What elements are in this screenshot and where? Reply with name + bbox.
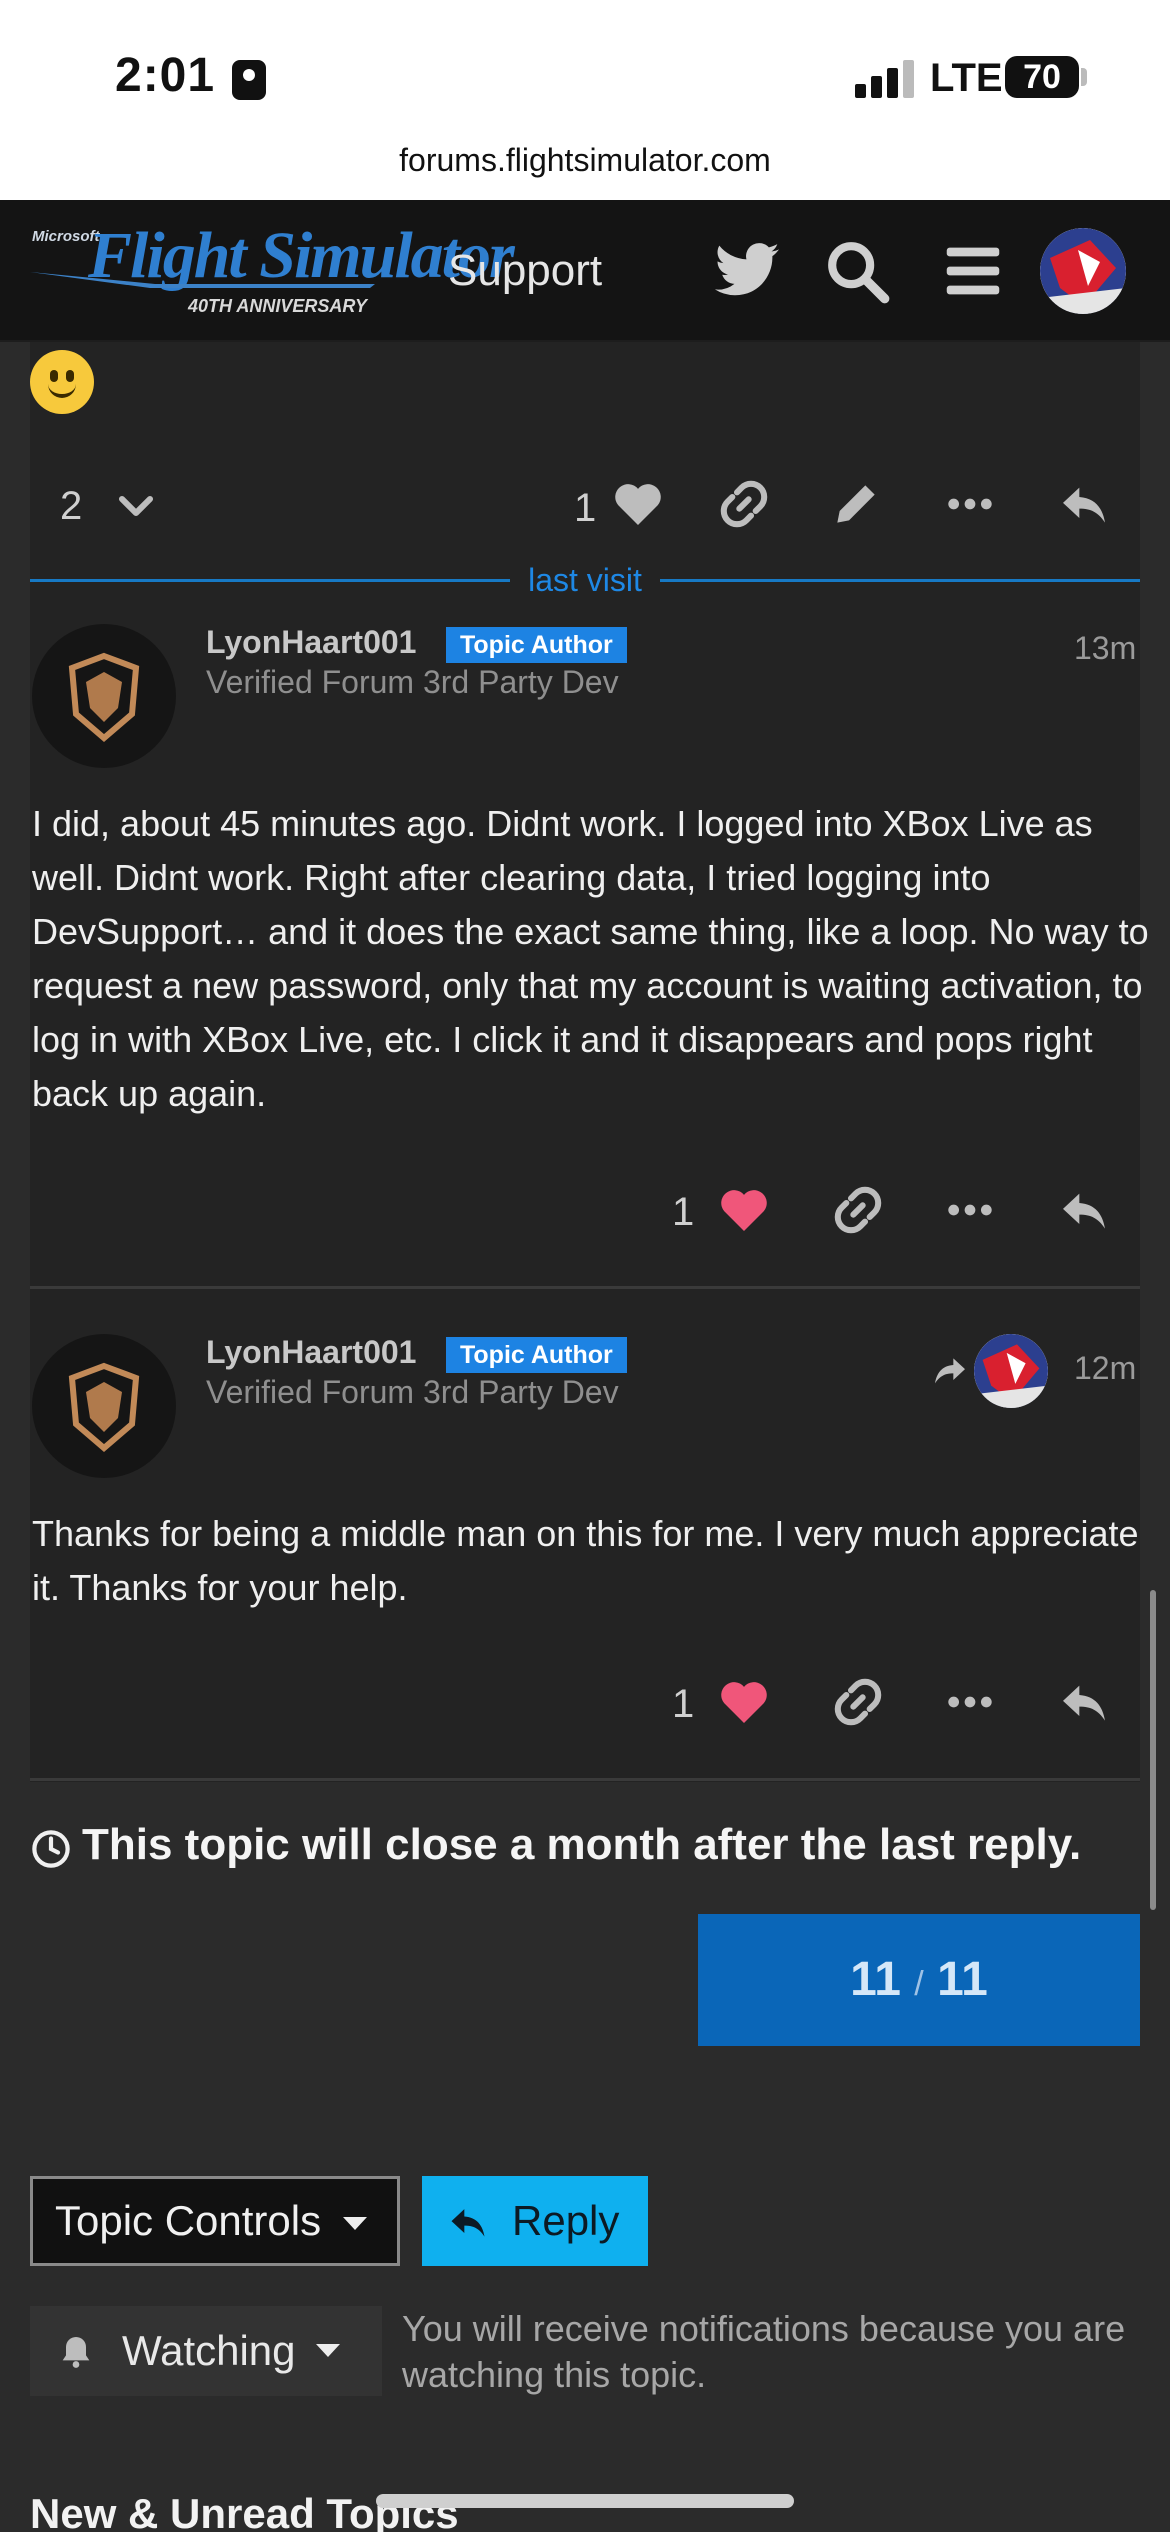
like-count: 1 bbox=[672, 1190, 695, 1234]
twitter-icon[interactable] bbox=[712, 236, 782, 306]
hamburger-menu-icon[interactable] bbox=[938, 236, 1008, 306]
post-body: I did, about 45 minutes ago. Didnt work.… bbox=[32, 803, 1149, 1114]
status-time: 2:01 bbox=[115, 49, 216, 102]
network-type: LTE bbox=[930, 56, 1003, 100]
user-avatar[interactable] bbox=[1040, 228, 1126, 314]
author-avatar[interactable] bbox=[32, 1334, 176, 1478]
notification-description: You will receive notifications because y… bbox=[402, 2308, 1126, 2395]
edit-pencil-icon[interactable] bbox=[828, 476, 884, 532]
post-divider bbox=[30, 1778, 1140, 1781]
link-icon[interactable] bbox=[830, 1674, 886, 1730]
cellular-signal-icon bbox=[855, 58, 915, 98]
watching-label: Watching bbox=[122, 2327, 296, 2374]
caret-down-icon bbox=[316, 2344, 340, 2357]
chevron-down-icon[interactable] bbox=[108, 478, 164, 534]
user-title: Verified Forum 3rd Party Dev bbox=[206, 1374, 619, 1410]
reply-to-avatar[interactable] bbox=[974, 1334, 1048, 1408]
last-visit-label: last visit bbox=[510, 558, 660, 602]
topic-controls-label: Topic Controls bbox=[55, 2197, 322, 2244]
post-body: Thanks for being a middle man on this fo… bbox=[32, 1513, 1139, 1608]
scrollbar[interactable] bbox=[1150, 1590, 1156, 1910]
topic-progress[interactable]: 11 / 11 bbox=[698, 1914, 1140, 2046]
focus-mode-icon bbox=[232, 60, 266, 100]
post-divider bbox=[30, 1286, 1140, 1289]
link-icon[interactable] bbox=[830, 1182, 886, 1238]
bell-icon bbox=[62, 2337, 90, 2368]
notification-level-dropdown[interactable]: Watching bbox=[30, 2306, 382, 2396]
like-count: 1 bbox=[672, 1682, 695, 1726]
heart-liked-icon[interactable] bbox=[716, 1674, 772, 1730]
reply-arrow-icon[interactable] bbox=[1056, 1182, 1112, 1238]
user-title: Verified Forum 3rd Party Dev bbox=[206, 664, 619, 700]
browser-url[interactable]: forums.flightsimulator.com bbox=[0, 136, 1170, 200]
battery-tip bbox=[1081, 68, 1087, 86]
topic-author-badge: Topic Author bbox=[446, 1337, 627, 1373]
reply-arrow-icon bbox=[451, 2209, 485, 2237]
author-avatar[interactable] bbox=[32, 624, 176, 768]
progress-total: 11 bbox=[937, 1953, 988, 2006]
post-time[interactable]: 13m bbox=[1074, 630, 1136, 667]
logo-swoosh-icon bbox=[30, 272, 375, 288]
replies-count[interactable]: 2 bbox=[60, 484, 82, 529]
like-count: 1 bbox=[574, 486, 597, 530]
progress-current: 11 bbox=[850, 1953, 901, 2006]
heart-liked-icon[interactable] bbox=[716, 1182, 772, 1238]
reply-button[interactable]: Reply bbox=[422, 2176, 648, 2266]
progress-separator: / bbox=[914, 1965, 924, 2003]
heart-outline-icon[interactable] bbox=[610, 476, 666, 532]
post-username[interactable]: LyonHaart001 bbox=[206, 624, 416, 661]
link-icon[interactable] bbox=[716, 476, 772, 532]
logo-anniversary-text: 40TH ANNIVERSARY bbox=[188, 296, 368, 316]
reply-arrow-icon[interactable] bbox=[1056, 476, 1112, 532]
header-section-title[interactable]: Support bbox=[448, 246, 602, 296]
smiley-emoji-icon bbox=[30, 350, 94, 414]
search-icon[interactable] bbox=[822, 236, 892, 306]
reply-arrow-icon[interactable] bbox=[1056, 1674, 1112, 1730]
battery-icon: 70 bbox=[1005, 56, 1079, 98]
more-options-icon[interactable] bbox=[942, 1674, 998, 1730]
topic-author-badge: Topic Author bbox=[446, 627, 627, 663]
post-username[interactable]: LyonHaart001 bbox=[206, 1334, 416, 1371]
reply-label: Reply bbox=[512, 2197, 620, 2244]
more-options-icon[interactable] bbox=[942, 1182, 998, 1238]
topic-controls-dropdown[interactable]: Topic Controls bbox=[30, 2176, 400, 2266]
caret-down-icon bbox=[343, 2217, 368, 2231]
post-time[interactable]: 12m bbox=[1074, 1350, 1136, 1387]
topic-close-notice: This topic will close a month after the … bbox=[82, 1820, 1082, 1869]
more-options-icon[interactable] bbox=[942, 476, 998, 532]
clock-icon bbox=[32, 1830, 70, 1868]
home-indicator[interactable] bbox=[376, 2494, 794, 2508]
reply-to-arrow-icon[interactable] bbox=[930, 1350, 970, 1390]
